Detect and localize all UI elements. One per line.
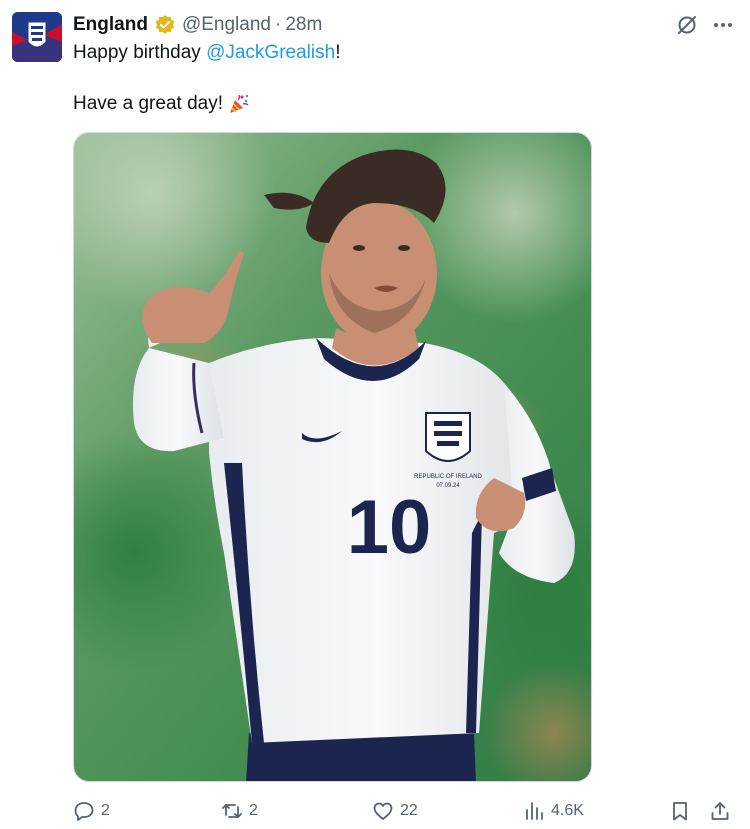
- bookmark-button[interactable]: [669, 796, 697, 826]
- reply-icon: [74, 802, 94, 821]
- reply-button[interactable]: 2: [73, 796, 110, 826]
- like-button[interactable]: 22: [372, 796, 418, 826]
- tweet: England @England · 28m Happy birthday @J…: [0, 0, 750, 829]
- tweet-photo[interactable]: REPUBLIC OF IRELAND 07.09.24 10: [73, 132, 592, 782]
- tweet-text: !: [335, 42, 341, 63]
- tweet-text: Happy birthday: [73, 42, 207, 63]
- like-count: 22: [400, 802, 418, 819]
- author-name[interactable]: England: [73, 12, 148, 38]
- mention-link[interactable]: @JackGrealish: [206, 42, 335, 63]
- like-icon: [373, 802, 393, 820]
- reply-count: 2: [101, 802, 110, 819]
- shirt-number: 10: [347, 485, 432, 570]
- verified-badge-icon[interactable]: [154, 14, 176, 36]
- views-count: 4.6K: [551, 802, 584, 819]
- more-icon[interactable]: [712, 14, 734, 36]
- top-right-actions: [676, 14, 734, 36]
- tweet-text-line1: Happy birthday @JackGrealish!: [73, 40, 340, 66]
- separator: ·: [274, 14, 282, 35]
- views-icon: [526, 802, 543, 820]
- share-icon: [711, 802, 729, 820]
- views-button[interactable]: 4.6K: [523, 796, 584, 826]
- crest-caption: REPUBLIC OF IRELAND: [414, 474, 482, 480]
- grok-icon[interactable]: [676, 14, 698, 36]
- party-popper-icon: [227, 92, 251, 116]
- tweet-actions: 2 2 22 4.6K: [73, 796, 733, 826]
- avatar[interactable]: [12, 12, 62, 62]
- author-handle[interactable]: @England: [182, 12, 271, 38]
- repost-icon: [222, 804, 242, 818]
- crest-caption: 07.09.24: [436, 483, 460, 489]
- tweet-header: England @England · 28m: [73, 12, 322, 38]
- tweet-text-line2: Have a great day!: [73, 91, 251, 117]
- timestamp[interactable]: 28m: [285, 12, 322, 38]
- repost-button[interactable]: 2: [221, 796, 258, 826]
- share-button[interactable]: [709, 796, 737, 826]
- tweet-text: Have a great day!: [73, 93, 223, 114]
- bookmark-icon: [673, 802, 687, 821]
- repost-count: 2: [249, 802, 258, 819]
